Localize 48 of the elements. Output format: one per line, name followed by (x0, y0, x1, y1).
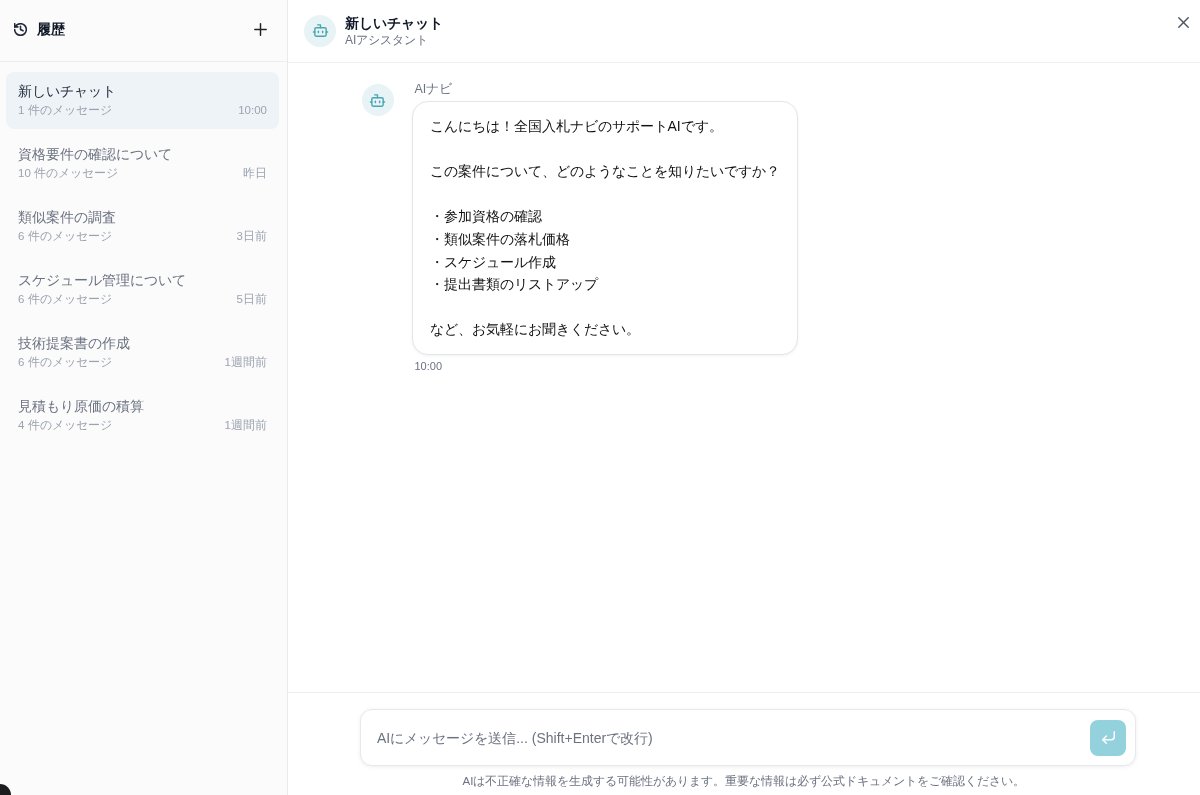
list-item: ・提出書類のリストアップ (429, 275, 598, 295)
close-icon (1178, 16, 1189, 28)
message-count: 6 件のメッセージ (18, 229, 112, 244)
message-input-field[interactable]: AIにメッセージを送信... (Shift+Enterで改行) (360, 709, 1136, 766)
history-item[interactable]: 資格要件の確認について 10 件のメッセージ 昨日 (6, 135, 279, 192)
sidebar-title: 履歴 (37, 20, 65, 39)
history-item-time: 10:00 (238, 103, 267, 118)
chat-title: 新しいチャット (345, 13, 443, 32)
history-item-title: スケジュール管理について (18, 272, 187, 289)
disclaimer-text: AIは不正確な情報を生成する可能性があります。重要な情報は必ず公式ドキュメントをご確認ください。 (462, 774, 1026, 789)
message-paragraph: この案件について、どのようなことを知りたいですか？ (429, 162, 780, 182)
history-item[interactable]: 新しいチャット 1 件のメッセージ 10:00 (6, 72, 279, 129)
history-item[interactable]: 技術提案書の作成 6 件のメッセージ 1週間前 (6, 324, 279, 381)
history-item[interactable]: 類似案件の調査 6 件のメッセージ 3日前 (6, 198, 279, 255)
history-item-time: 3日前 (236, 229, 267, 244)
robot-avatar-icon (361, 84, 394, 116)
history-icon (14, 23, 27, 36)
history-item[interactable]: スケジュール管理について 6 件のメッセージ 5日前 (6, 261, 279, 318)
robot-avatar-icon (304, 14, 336, 47)
list-item: ・スケジュール作成 (429, 252, 556, 272)
sender-name: AIナビ (414, 81, 453, 97)
message-paragraph: こんにちは！全国入札ナビのサポートAIです。 (429, 117, 724, 136)
message-count: 4 件のメッセージ (18, 418, 112, 433)
history-item-time: 1週間前 (224, 355, 267, 370)
history-item-title: 見積もり原価の積算 (18, 398, 145, 415)
message-count: 6 件のメッセージ (18, 292, 112, 307)
list-item: ・参加資格の確認 (429, 207, 542, 227)
close-button[interactable] (1178, 16, 1189, 28)
history-item-title: 資格要件の確認について (18, 146, 173, 163)
list-item: ・類似案件の落札価格 (429, 229, 570, 249)
message-count: 1 件のメッセージ (18, 103, 112, 118)
return-arrow-icon (1101, 731, 1115, 744)
message-paragraph: など、お気軽にお聞きください。 (429, 320, 641, 340)
history-item-time: 昨日 (243, 166, 267, 181)
floating-button[interactable] (0, 784, 11, 795)
new-chat-button[interactable] (254, 23, 267, 36)
message-input[interactable]: AIにメッセージを送信... (Shift+Enterで改行) (377, 723, 1082, 752)
history-item-title: 類似案件の調査 (18, 209, 117, 226)
plus-icon (254, 23, 267, 36)
chat-subtitle: AIアシスタント (345, 32, 430, 48)
history-item-time: 5日前 (236, 292, 267, 307)
message-count: 10 件のメッセージ (18, 166, 118, 181)
message-count: 6 件のメッセージ (18, 355, 112, 370)
history-item-title: 新しいチャット (18, 83, 117, 100)
history-item-title: 技術提案書の作成 (18, 335, 131, 352)
message-time: 10:00 (414, 358, 443, 373)
history-item-time: 1週間前 (224, 418, 267, 433)
history-item[interactable]: 見積もり原価の積算 4 件のメッセージ 1週間前 (6, 387, 279, 444)
